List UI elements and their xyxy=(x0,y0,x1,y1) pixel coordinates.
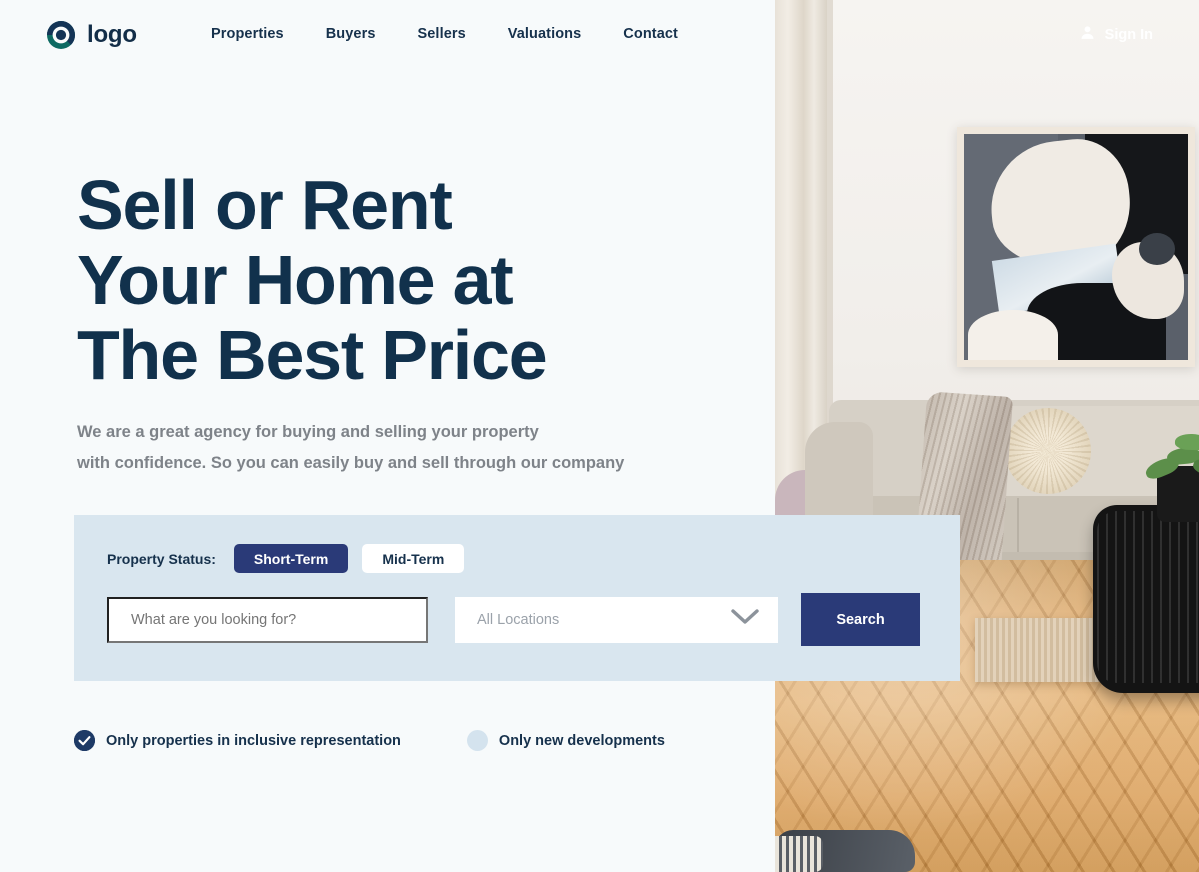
filter-options-row: Only properties in inclusive representat… xyxy=(74,730,665,751)
photo-plant xyxy=(1143,420,1199,482)
nav-item-valuations[interactable]: Valuations xyxy=(508,26,582,42)
empty-circle-icon xyxy=(466,730,488,751)
main-nav: Properties Buyers Sellers Valuations Con… xyxy=(211,26,678,42)
check-icon xyxy=(74,730,95,751)
nav-item-properties[interactable]: Properties xyxy=(211,26,284,42)
nav-item-contact[interactable]: Contact xyxy=(623,26,678,42)
brand-logo[interactable]: logo xyxy=(46,20,137,50)
photo-artwork-canvas xyxy=(964,134,1188,360)
title-line-1: Sell or Rent xyxy=(77,166,453,244)
page-subtitle: We are a great agency for buying and sel… xyxy=(77,417,624,479)
nav-item-sellers[interactable]: Sellers xyxy=(418,26,466,42)
search-button[interactable]: Search xyxy=(801,593,920,646)
property-status-row: Property Status: Short-Term Mid-Term xyxy=(107,544,465,573)
brand-name: logo xyxy=(87,21,137,48)
nav-item-buyers[interactable]: Buyers xyxy=(326,26,376,42)
search-controls-row: All Locations Search xyxy=(107,593,920,646)
top-navigation-bar: logo Properties Buyers Sellers Valuation… xyxy=(0,0,1199,70)
filter-new-developments[interactable]: Only new developments xyxy=(466,730,665,751)
location-select-value: All Locations xyxy=(477,611,560,628)
sign-in-button[interactable]: Sign In xyxy=(1079,24,1153,45)
circle-target-logo-icon xyxy=(46,20,76,50)
filter-inclusive-label: Only properties in inclusive representat… xyxy=(106,732,401,749)
status-option-short-term[interactable]: Short-Term xyxy=(233,544,349,573)
photo-round-pillow xyxy=(1005,408,1091,494)
chevron-down-icon xyxy=(730,608,760,631)
search-panel: Property Status: Short-Term Mid-Term All… xyxy=(74,515,960,681)
subtitle-line-1: We are a great agency for buying and sel… xyxy=(77,423,539,441)
hero-photo xyxy=(775,0,1199,872)
property-status-label: Property Status: xyxy=(107,550,216,567)
sign-in-label: Sign In xyxy=(1104,26,1153,43)
title-line-2: Your Home at xyxy=(77,241,514,319)
photo-rattan-side-table xyxy=(1093,505,1199,693)
search-input[interactable] xyxy=(107,596,428,643)
subtitle-line-2: with confidence. So you can easily buy a… xyxy=(77,454,625,472)
photo-floor-textile-stripe xyxy=(775,836,823,872)
filter-new-developments-label: Only new developments xyxy=(498,732,665,749)
photo-framed-artwork xyxy=(957,127,1195,367)
status-option-mid-term[interactable]: Mid-Term xyxy=(362,544,465,573)
title-line-3: The Best Price xyxy=(77,316,548,394)
filter-inclusive-representation[interactable]: Only properties in inclusive representat… xyxy=(74,730,401,751)
location-select[interactable]: All Locations xyxy=(455,596,778,643)
page-title: Sell or Rent Your Home at The Best Price xyxy=(77,166,548,394)
user-icon xyxy=(1079,24,1096,45)
